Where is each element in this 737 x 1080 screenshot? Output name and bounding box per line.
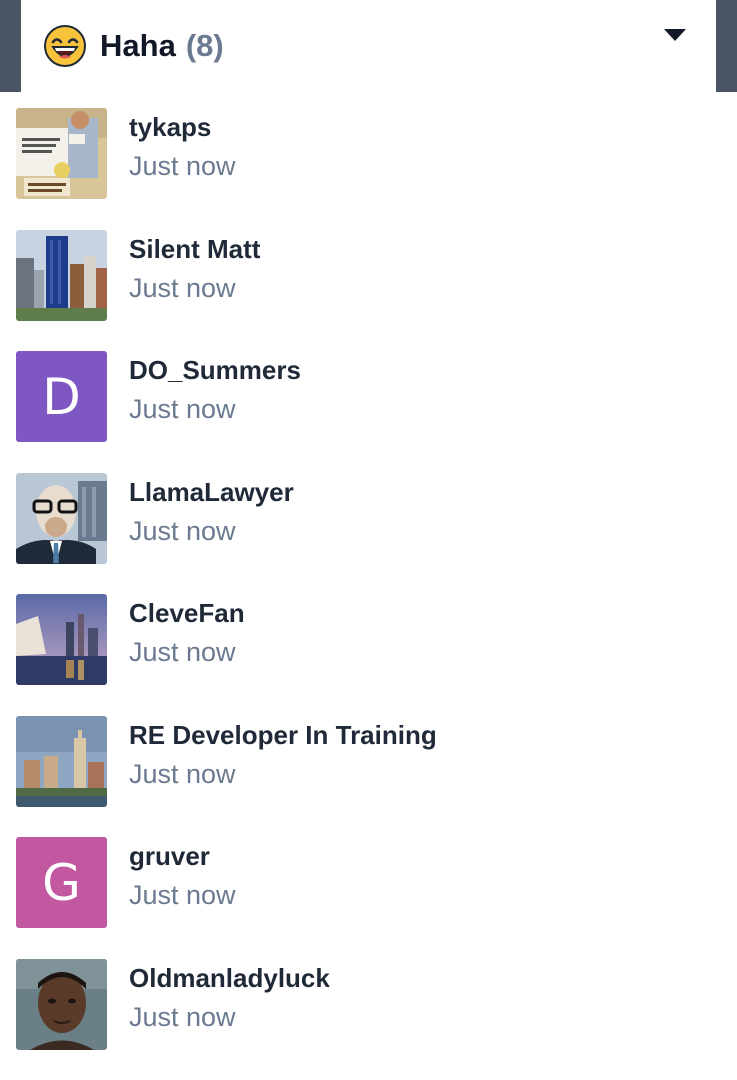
reaction-time: Just now bbox=[129, 637, 236, 667]
user-name[interactable]: gruver bbox=[129, 841, 210, 872]
user-name[interactable]: Silent Matt bbox=[129, 234, 260, 265]
backdrop-right bbox=[716, 0, 737, 92]
reaction-time: Just now bbox=[129, 272, 236, 303]
reaction-time: Just now bbox=[129, 151, 236, 181]
reaction-time: Just now bbox=[129, 394, 236, 424]
list-item[interactable]: Oldmanladyluck Just now bbox=[0, 943, 737, 1065]
user-name[interactable]: RE Developer In Training bbox=[129, 720, 437, 751]
list-item[interactable]: D DO_Summers Just now bbox=[0, 335, 737, 457]
avatar[interactable] bbox=[16, 594, 107, 685]
list-item[interactable]: G gruver Just now bbox=[0, 821, 737, 943]
reaction-time: Just now bbox=[129, 515, 236, 546]
avatar-letter: G bbox=[42, 853, 81, 912]
user-name[interactable]: tykaps bbox=[129, 112, 211, 143]
reaction-time: Just now bbox=[129, 880, 236, 910]
user-name[interactable]: DO_Summers bbox=[129, 355, 301, 386]
avatar-letter: D bbox=[42, 367, 81, 426]
avatar[interactable]: D bbox=[16, 351, 107, 442]
list-item[interactable]: tykaps Just now bbox=[0, 92, 737, 214]
avatar[interactable]: G bbox=[16, 837, 107, 928]
reaction-time: Just now bbox=[129, 758, 236, 789]
backdrop-left bbox=[0, 0, 21, 92]
list-item[interactable]: LlamaLawyer Just now bbox=[0, 457, 737, 579]
reaction-title: Haha bbox=[100, 28, 176, 63]
reaction-time: Just now bbox=[129, 1001, 236, 1032]
user-name[interactable]: Oldmanladyluck bbox=[129, 963, 330, 994]
user-name[interactable]: LlamaLawyer bbox=[129, 477, 294, 508]
avatar[interactable] bbox=[16, 229, 107, 321]
list-item[interactable]: Silent Matt Just now bbox=[0, 214, 737, 336]
caret-down-icon[interactable] bbox=[664, 29, 686, 41]
avatar[interactable] bbox=[16, 472, 107, 564]
avatar[interactable] bbox=[16, 958, 107, 1050]
laughing-emoji-icon bbox=[44, 25, 86, 67]
reaction-count: (8) bbox=[185, 28, 224, 63]
avatar[interactable] bbox=[16, 108, 107, 199]
reaction-header[interactable]: Haha (8) bbox=[21, 0, 716, 92]
list-item[interactable]: RE Developer In Training Just now bbox=[0, 700, 737, 822]
list-item[interactable]: CleveFan Just now bbox=[0, 578, 737, 700]
avatar[interactable] bbox=[16, 715, 107, 807]
user-name[interactable]: CleveFan bbox=[129, 598, 245, 629]
reactor-list: tykaps Just now Silent Matt Just now D D bbox=[0, 92, 737, 1064]
